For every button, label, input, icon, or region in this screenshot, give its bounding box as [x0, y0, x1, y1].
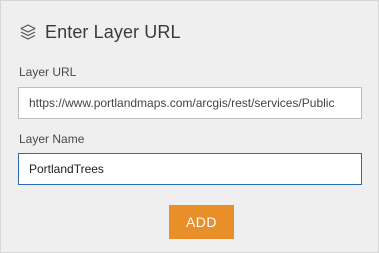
add-layer-panel: Enter Layer URL Layer URL Layer Name ADD: [0, 0, 379, 253]
layer-url-label: Layer URL: [19, 65, 77, 79]
layer-name-input[interactable]: [18, 153, 362, 185]
layers-icon: [19, 23, 37, 41]
panel-header: Enter Layer URL: [19, 19, 181, 45]
panel-title: Enter Layer URL: [45, 21, 181, 42]
layer-name-label: Layer Name: [19, 132, 85, 146]
layer-url-input[interactable]: [18, 87, 362, 119]
add-button[interactable]: ADD: [169, 205, 234, 239]
